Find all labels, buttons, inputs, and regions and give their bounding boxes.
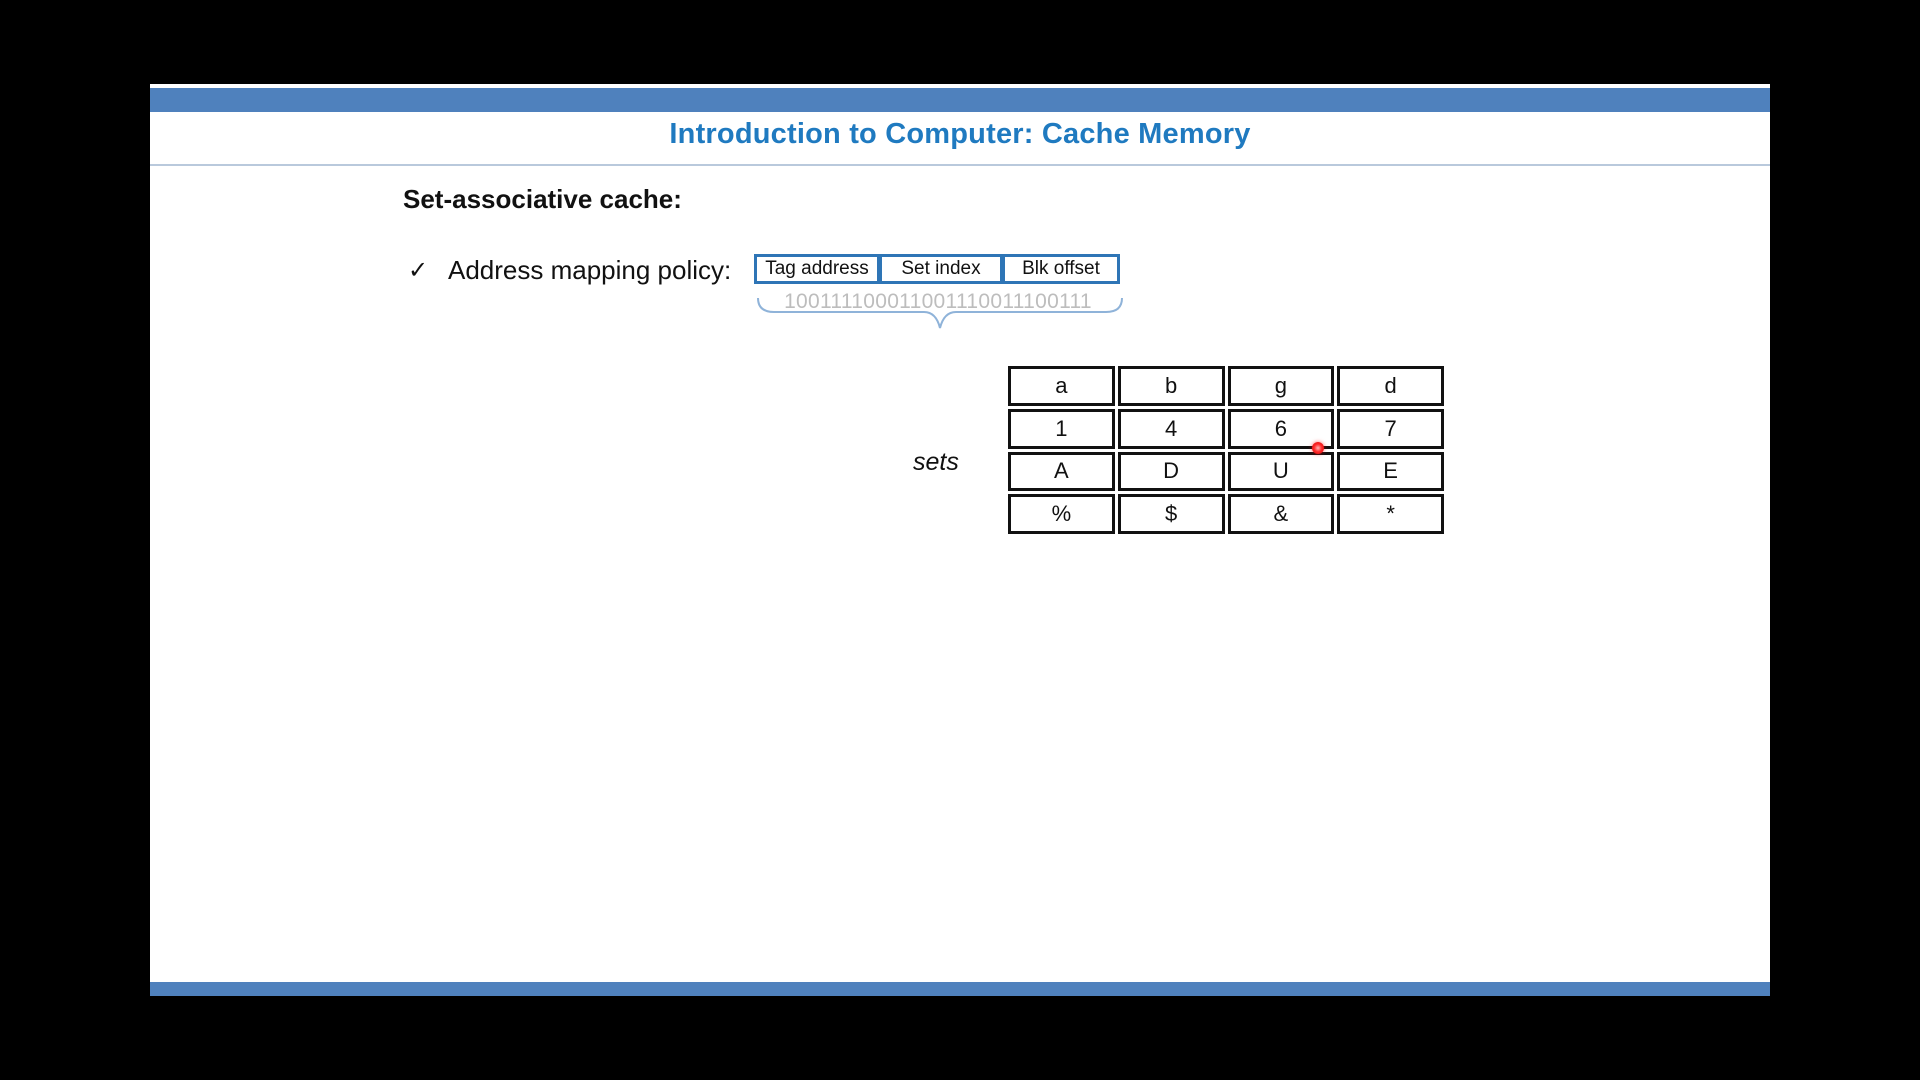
cache-cell: b [1117, 366, 1225, 406]
cache-cell: 7 [1337, 408, 1444, 449]
cache-set-table: a b g d 1 4 6 7 A D U E % $ & * [1008, 366, 1444, 534]
cache-cell: g [1227, 366, 1335, 406]
cache-cell: 1 [1008, 408, 1115, 449]
video-frame: Introduction to Computer: Cache Memory S… [0, 0, 1920, 1080]
cache-cell: D [1117, 451, 1225, 492]
presentation-slide: Introduction to Computer: Cache Memory S… [150, 84, 1770, 996]
checkmark-icon: ✓ [408, 256, 429, 284]
set-index-field: Set index [879, 254, 1003, 284]
cache-cell: E [1337, 451, 1444, 492]
bullet-item: ✓ Address mapping policy: [408, 250, 731, 290]
sets-label: sets [913, 448, 959, 476]
cache-cell: % [1008, 494, 1115, 534]
laser-pointer-icon [1312, 442, 1324, 454]
bullet-text: Address mapping policy: [448, 254, 732, 285]
cache-cell: A [1008, 451, 1115, 492]
slide-title: Introduction to Computer: Cache Memory [669, 118, 1251, 150]
cache-cell: & [1227, 494, 1335, 534]
cache-cell: * [1337, 494, 1444, 534]
title-divider [150, 164, 1770, 166]
cache-cell: d [1337, 366, 1444, 406]
top-accent-bar [150, 88, 1770, 112]
address-format: Tag address Set index Blk offset [754, 254, 1120, 284]
cache-cell: $ [1117, 494, 1225, 534]
block-offset-field: Blk offset [1002, 254, 1120, 284]
cache-cell: 4 [1117, 408, 1225, 449]
cache-cell: U [1227, 451, 1335, 492]
bottom-accent-bar [150, 982, 1770, 996]
cache-cell: a [1008, 366, 1115, 406]
address-binary: 100111100011001110011100111 [784, 290, 1092, 313]
tag-address-field: Tag address [754, 254, 880, 284]
section-heading: Set-associative cache: [403, 184, 682, 214]
